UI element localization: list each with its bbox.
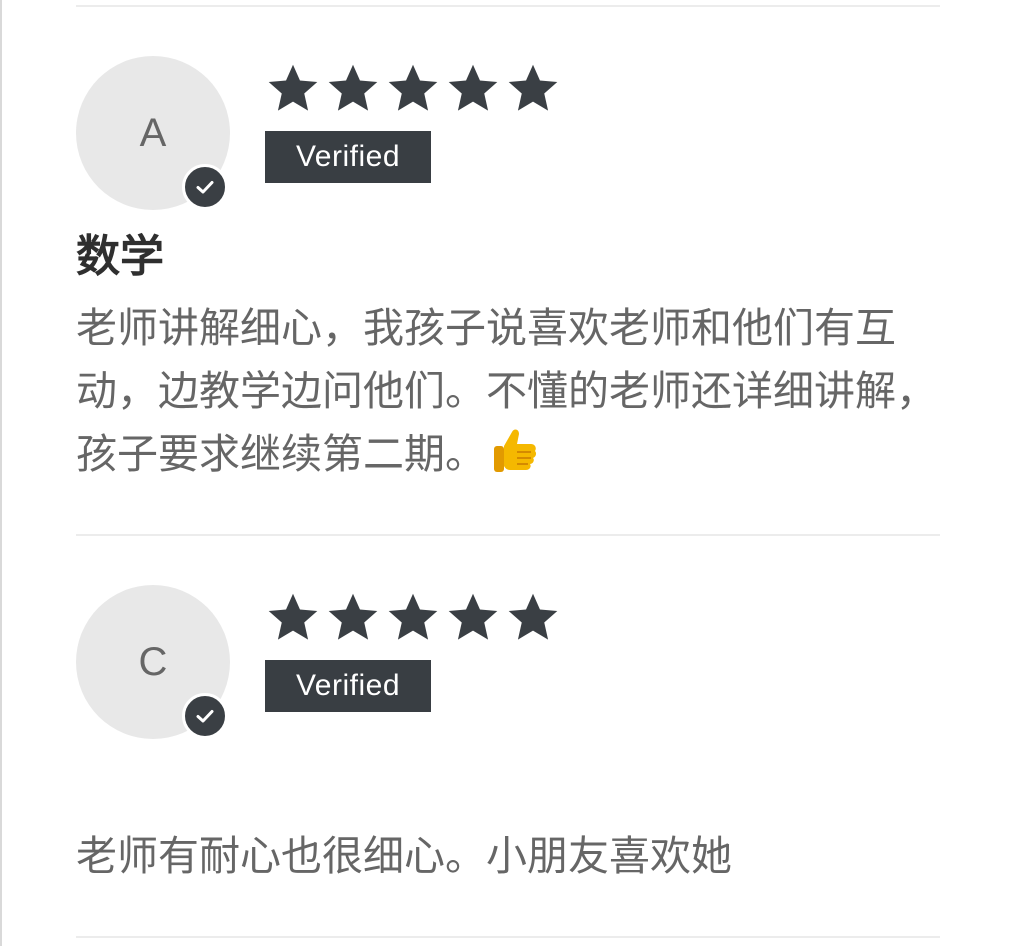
verified-badge: Verified [265, 131, 431, 183]
verified-check-icon [182, 693, 228, 739]
star-icon [448, 64, 498, 111]
thumbs-up-emoji-icon [490, 424, 540, 494]
page-left-border [0, 0, 2, 946]
star-icon [448, 593, 498, 640]
star-rating [265, 591, 561, 645]
star-icon [388, 64, 438, 111]
star-icon [328, 64, 378, 111]
review-card: A Verified 数学 老师讲解细心，我孩子说喜欢老师和他们有互动，边教学边… [76, 56, 940, 496]
review-text: 老师有耐心也很细心。小朋友喜欢她 [76, 832, 732, 880]
review-divider [76, 936, 940, 938]
verified-badge: Verified [265, 660, 431, 712]
star-icon [268, 64, 318, 111]
review-divider [76, 534, 940, 536]
review-body: 老师有耐心也很细心。小朋友喜欢她 [76, 825, 940, 888]
review-title: 数学 [76, 231, 164, 282]
star-icon [268, 593, 318, 640]
review-body: 老师讲解细心，我孩子说喜欢老师和他们有互动，边教学边问他们。不懂的老师还详细讲解… [76, 297, 940, 494]
star-icon [328, 593, 378, 640]
verified-check-icon [182, 164, 228, 210]
star-icon [508, 593, 558, 640]
review-card: C Verified 老师有耐心也很细心。小朋友喜欢她 [76, 585, 940, 905]
star-icon [508, 64, 558, 111]
star-rating [265, 62, 561, 116]
review-divider [76, 5, 940, 7]
star-icon [388, 593, 438, 640]
